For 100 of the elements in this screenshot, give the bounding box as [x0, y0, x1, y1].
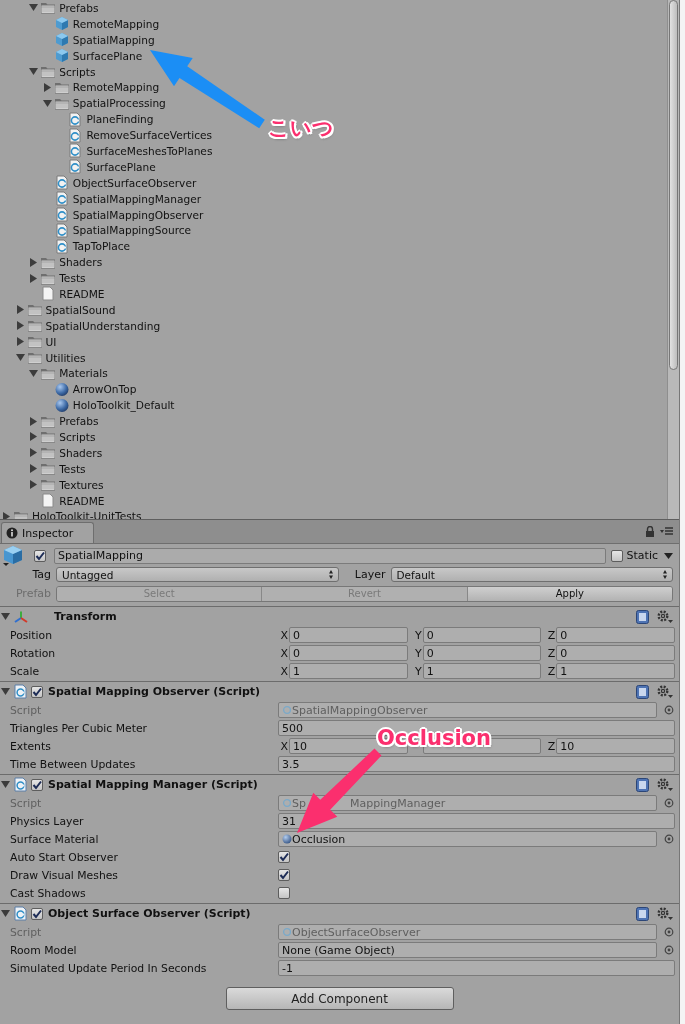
- number-field[interactable]: 0: [422, 645, 542, 662]
- number-field[interactable]: 0: [289, 645, 408, 662]
- collapse-arrow-icon[interactable]: [1, 687, 10, 697]
- object-picker-icon[interactable]: [664, 927, 674, 938]
- add-component-button[interactable]: Add Component: [225, 987, 454, 1011]
- tree-item[interactable]: Tests: [59, 462, 86, 475]
- tree-item[interactable]: HoloToolkit_Default: [72, 399, 175, 412]
- tree-item[interactable]: ArrowOnTop: [72, 383, 137, 396]
- settings-icon[interactable]: [657, 907, 673, 921]
- cube-icon: [53, 48, 70, 64]
- dropdown-arrow-icon[interactable]: [664, 553, 673, 559]
- help-book-icon[interactable]: [636, 610, 649, 624]
- expand-arrow-icon[interactable]: [29, 432, 39, 442]
- tree-item[interactable]: Prefabs: [59, 1, 99, 14]
- tree-item[interactable]: SpatialMappingSource: [72, 224, 192, 237]
- tree-item[interactable]: Prefabs: [59, 415, 99, 428]
- object-picker-icon[interactable]: [664, 798, 674, 809]
- expand-arrow-icon[interactable]: [15, 305, 25, 315]
- tree-item[interactable]: Materials: [59, 367, 108, 380]
- material-field[interactable]: Occlusion: [278, 831, 657, 848]
- tree-item[interactable]: RemoveSurfaceVertices: [86, 129, 212, 142]
- tree-item[interactable]: RemoteMapping: [72, 81, 160, 94]
- object-field[interactable]: None (Game Object): [278, 942, 657, 959]
- expand-arrow-icon[interactable]: [15, 321, 25, 331]
- settings-icon[interactable]: [657, 778, 673, 792]
- tree-item[interactable]: SurfaceMeshesToPlanes: [86, 144, 213, 157]
- collapse-arrow-icon[interactable]: [29, 3, 39, 13]
- prefab-button[interactable]: Apply: [466, 587, 672, 601]
- tree-item[interactable]: SpatialMapping: [72, 33, 155, 46]
- tree-item[interactable]: SurfacePlane: [86, 160, 156, 173]
- number-field[interactable]: 10: [556, 738, 675, 755]
- scrollbar[interactable]: [667, 0, 679, 520]
- number-field[interactable]: 0: [556, 627, 675, 644]
- collapse-arrow-icon[interactable]: [1, 909, 10, 919]
- tree-item[interactable]: Tests: [59, 272, 86, 285]
- tree-item[interactable]: README: [59, 287, 105, 300]
- tree-item[interactable]: README: [59, 494, 105, 507]
- active-checkbox[interactable]: [34, 550, 46, 562]
- help-book-icon[interactable]: [636, 778, 649, 792]
- tree-item[interactable]: SpatialMappingObserver: [72, 208, 204, 221]
- collapse-arrow-icon[interactable]: [29, 368, 39, 378]
- expand-arrow-icon[interactable]: [42, 82, 52, 92]
- value-field[interactable]: -1: [278, 960, 675, 977]
- object-picker-icon[interactable]: [664, 945, 674, 956]
- lock-icon[interactable]: [645, 526, 655, 538]
- enable-checkbox[interactable]: [31, 686, 43, 698]
- checkbox[interactable]: [278, 869, 290, 882]
- settings-icon[interactable]: [657, 610, 673, 624]
- object-picker-icon[interactable]: [664, 834, 674, 845]
- help-book-icon[interactable]: [636, 907, 649, 921]
- tree-item[interactable]: Scripts: [59, 65, 96, 78]
- collapse-arrow-icon[interactable]: [42, 98, 52, 108]
- value-field[interactable]: 31: [278, 813, 675, 830]
- tree-item[interactable]: SurfacePlane: [72, 49, 143, 62]
- tree-item[interactable]: TapToPlace: [72, 240, 131, 253]
- expand-arrow-icon[interactable]: [29, 273, 39, 283]
- tree-item[interactable]: Utilities: [45, 351, 86, 364]
- checkbox[interactable]: [278, 887, 290, 900]
- expand-arrow-icon[interactable]: [29, 416, 39, 426]
- tag-dropdown[interactable]: Untagged: [56, 567, 339, 583]
- inspector-tab[interactable]: Inspector: [1, 522, 95, 544]
- tree-item[interactable]: Shaders: [59, 446, 103, 459]
- collapse-arrow-icon[interactable]: [15, 353, 25, 363]
- layer-dropdown[interactable]: Default: [390, 567, 673, 583]
- tree-item[interactable]: SpatialProcessing: [72, 97, 166, 110]
- expand-arrow-icon[interactable]: [29, 448, 39, 458]
- menu-icon[interactable]: [660, 526, 673, 537]
- tree-item[interactable]: Scripts: [59, 431, 96, 443]
- object-name-field[interactable]: SpatialMapping: [54, 548, 606, 564]
- number-field[interactable]: 0: [422, 627, 542, 644]
- enable-checkbox[interactable]: [31, 779, 43, 791]
- enable-checkbox[interactable]: [31, 908, 43, 920]
- static-checkbox[interactable]: [610, 550, 623, 562]
- tree-item[interactable]: Textures: [59, 478, 104, 491]
- settings-icon[interactable]: [657, 685, 673, 699]
- expand-arrow-icon[interactable]: [15, 337, 25, 347]
- number-field[interactable]: 0: [289, 627, 408, 644]
- number-field[interactable]: 1: [422, 663, 542, 680]
- number-field[interactable]: 0: [556, 645, 675, 662]
- collapse-arrow-icon[interactable]: [29, 67, 39, 76]
- checkbox[interactable]: [278, 851, 290, 864]
- expand-arrow-icon[interactable]: [2, 511, 11, 520]
- tree-item[interactable]: ObjectSurfaceObserver: [72, 176, 197, 189]
- collapse-arrow-icon[interactable]: [1, 612, 10, 622]
- collapse-arrow-icon[interactable]: [1, 780, 10, 790]
- tree-item[interactable]: SpatialMappingManager: [72, 192, 202, 205]
- tree-item[interactable]: SpatialUnderstanding: [45, 319, 161, 332]
- tree-item[interactable]: SpatialSound: [45, 303, 116, 316]
- expand-arrow-icon[interactable]: [29, 257, 39, 267]
- tree-item[interactable]: RemoteMapping: [72, 17, 160, 30]
- number-field[interactable]: 1: [289, 663, 408, 680]
- expand-arrow-icon[interactable]: [29, 464, 39, 474]
- tree-item[interactable]: UI: [45, 335, 57, 348]
- object-picker-icon[interactable]: [664, 705, 674, 716]
- number-field[interactable]: 1: [556, 663, 675, 680]
- help-book-icon[interactable]: [636, 685, 649, 699]
- tree-item[interactable]: Shaders: [59, 256, 103, 269]
- tree-item[interactable]: PlaneFinding: [86, 113, 154, 126]
- expand-arrow-icon[interactable]: [29, 480, 39, 490]
- value-field[interactable]: 3.5: [278, 756, 675, 773]
